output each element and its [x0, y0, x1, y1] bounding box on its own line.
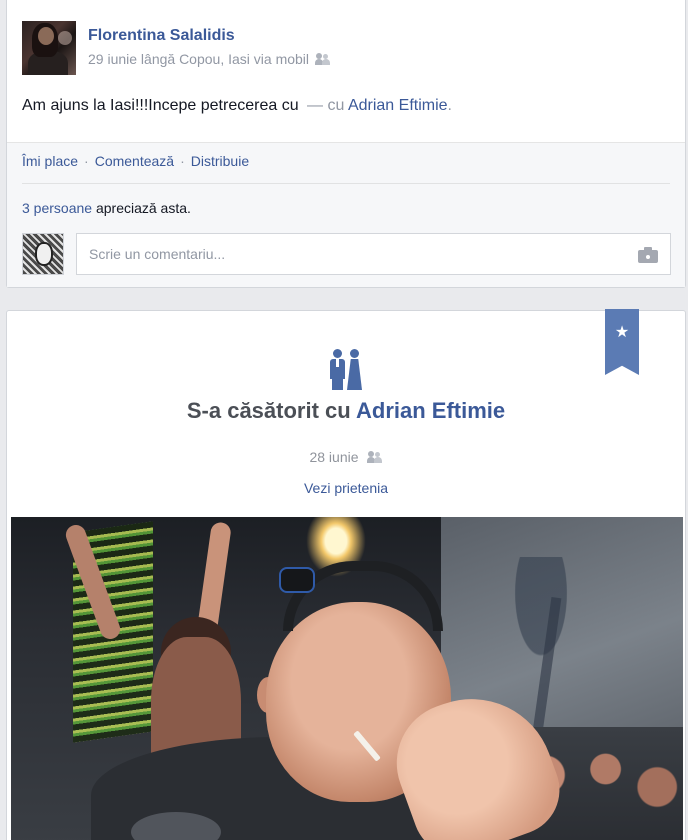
likes-summary: 3 persoane apreciază asta.	[22, 200, 191, 216]
event-date-row: 28 iunie	[7, 449, 685, 465]
partner-link[interactable]: Adrian Eftimie	[356, 398, 505, 423]
star-icon: ★	[614, 324, 630, 341]
share-link[interactable]: Distribuie	[191, 153, 249, 169]
action-separator: ·	[180, 153, 185, 169]
likes-count-link[interactable]: 3 persoane	[22, 200, 92, 216]
author-name-link[interactable]: Florentina Salalidis	[88, 27, 235, 45]
couple-icon	[328, 347, 364, 391]
event-title-prefix: S-a căsătorit cu	[186, 398, 351, 423]
tagged-suffix: .	[447, 97, 452, 114]
life-event-card: ★ S-a căsătorit cu Adrian Eftimie 28 iun…	[6, 309, 686, 840]
post-footer: Îmi place · Comentează · Distribuie 3 pe…	[7, 142, 685, 287]
status-body: Am ajuns la Iasi!!!Incepe petrecerea cu	[22, 97, 299, 114]
highlight-bookmark[interactable]: ★	[605, 309, 639, 375]
comment-input[interactable]: Scrie un comentariu...	[76, 233, 671, 275]
commenter-avatar[interactable]	[22, 233, 64, 275]
event-photo[interactable]	[11, 517, 683, 840]
friends-icon[interactable]	[315, 53, 331, 65]
action-separator: ·	[84, 153, 89, 169]
see-friendship-link[interactable]: Vezi prietenia	[7, 480, 685, 496]
friends-icon[interactable]	[366, 451, 383, 463]
post-actions: Îmi place · Comentează · Distribuie	[22, 153, 249, 169]
footer-divider	[22, 183, 670, 184]
tagged-user-link[interactable]: Adrian Eftimie	[348, 97, 448, 114]
event-date[interactable]: 28 iunie	[309, 449, 358, 465]
comment-link[interactable]: Comentează	[95, 153, 174, 169]
author-avatar[interactable]	[22, 21, 76, 75]
status-post-card: Florentina Salalidis 29 iunie lângă Copo…	[6, 0, 686, 288]
post-meta: 29 iunie lângă Copou, Iasi via mobil	[88, 51, 331, 67]
likes-suffix: apreciază asta.	[95, 200, 191, 216]
camera-icon[interactable]	[638, 247, 658, 263]
with-prefix: — cu	[307, 97, 345, 114]
life-event-title: S-a căsătorit cu Adrian Eftimie	[7, 398, 685, 424]
like-link[interactable]: Îmi place	[22, 153, 78, 169]
comment-placeholder: Scrie un comentariu...	[89, 246, 226, 262]
post-meta-text[interactable]: 29 iunie lângă Copou, Iasi via mobil	[88, 51, 309, 67]
status-text: Am ajuns la Iasi!!!Incepe petrecerea cu …	[22, 97, 452, 115]
